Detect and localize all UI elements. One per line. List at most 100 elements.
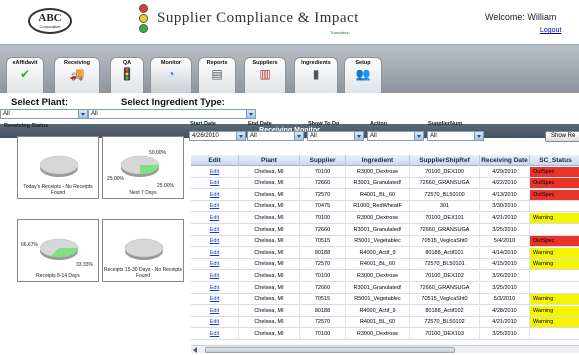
- receiving-date-cell: 3/30/2010: [480, 201, 530, 212]
- sub-brand: Translation: [330, 30, 350, 35]
- app-title: Supplier Compliance & Impact: [157, 10, 359, 26]
- chevron-down-icon[interactable]: [246, 110, 255, 118]
- tab-receiving[interactable]: Receiving 🚚: [54, 57, 100, 93]
- column-header[interactable]: Plant: [239, 155, 300, 166]
- logout-link[interactable]: Logout: [540, 27, 561, 34]
- edit-link[interactable]: Edit: [191, 328, 239, 339]
- tab-eaffidavit[interactable]: eAffidavit ✔: [6, 57, 44, 93]
- status-cell: Warning: [530, 247, 579, 258]
- ship-ref-cell: 70100_DEX101: [410, 212, 480, 223]
- ingredient-cell: R3000_Dextrose: [346, 166, 410, 177]
- show-todo-select[interactable]: All: [307, 131, 364, 141]
- receiving-date-cell: 5/3/2010: [480, 294, 530, 305]
- column-header[interactable]: SC_Status: [530, 155, 579, 166]
- plant-cell: Chelsea, MI: [239, 328, 300, 339]
- checkmark-icon: ✔: [19, 67, 31, 81]
- scroll-thumb[interactable]: [205, 347, 455, 353]
- plant-cell: Chelsea, MI: [239, 212, 300, 223]
- chevron-down-icon[interactable]: [474, 132, 483, 140]
- column-header[interactable]: Edit: [191, 155, 239, 166]
- start-date-value: 4/26/2010: [192, 133, 219, 139]
- ingredient-cell: R4001_BL_60: [346, 317, 410, 328]
- ingredient-cell: R3000_Dextrose: [346, 270, 410, 281]
- supplier-cell: 72660: [300, 178, 346, 189]
- column-header[interactable]: Ingredient: [346, 155, 410, 166]
- edit-link[interactable]: Edit: [191, 224, 239, 235]
- ingredient-type-label: Select Ingredient Type:: [121, 97, 225, 108]
- ship-ref-cell: 70515_VeglcaSht0: [410, 236, 480, 247]
- receiving-date-cell: 3/26/2010: [480, 270, 530, 281]
- table-row: Edit Chelsea, MI 72660 R3001_Granulated! 726…: [191, 178, 579, 190]
- edit-link[interactable]: Edit: [191, 305, 239, 316]
- edit-link[interactable]: Edit: [191, 189, 239, 200]
- status-cell: Warning: [530, 305, 579, 316]
- show-results-button[interactable]: Show Re: [545, 131, 579, 142]
- edit-link[interactable]: Edit: [191, 166, 239, 177]
- scroll-left-icon[interactable]: [193, 347, 197, 353]
- edit-link[interactable]: Edit: [191, 236, 239, 247]
- status-cell: Warning: [530, 259, 579, 270]
- tab-label: Monitor: [160, 60, 182, 66]
- ingredient-type-select[interactable]: All: [88, 109, 256, 119]
- supplier-cell: 70100: [300, 166, 346, 177]
- tab-reports[interactable]: Reports ▤: [198, 57, 236, 93]
- tab-ingredients[interactable]: Ingredients ▮: [294, 57, 338, 93]
- plant-cell: Chelsea, MI: [239, 189, 300, 200]
- ingredients-icon: ▮: [312, 67, 320, 81]
- table-row: Edit Chelsea, MI 72570 R4001_BL_60 72570_BL5…: [191, 317, 579, 329]
- pie-percent: 66.67%: [21, 242, 38, 248]
- column-header[interactable]: SupplierShipRef: [410, 155, 480, 166]
- column-header[interactable]: Supplier: [300, 155, 346, 166]
- ship-ref-cell: 301: [410, 201, 480, 212]
- status-cell: [530, 329, 579, 339]
- supplier-cell: 72570: [300, 259, 346, 270]
- plant-select[interactable]: All: [0, 109, 88, 119]
- header: ABC Corporation Supplier Compliance & Im…: [0, 0, 579, 44]
- edit-link[interactable]: Edit: [191, 317, 239, 328]
- tab-setup[interactable]: Setup 👥: [344, 57, 382, 93]
- ingredient-cell: R1000_RedWheatF: [346, 201, 410, 212]
- edit-link[interactable]: Edit: [191, 270, 239, 281]
- report-icon: ▤: [211, 67, 223, 81]
- pie-caption: Receipts 8-14 Days: [36, 273, 80, 279]
- company-logo: ABC Corporation: [28, 8, 72, 34]
- end-date-select[interactable]: All: [247, 131, 304, 141]
- tab-suppliers[interactable]: Suppliers ▥: [244, 57, 286, 93]
- chevron-down-icon[interactable]: [294, 132, 303, 140]
- action-select[interactable]: All: [367, 131, 424, 141]
- chevron-down-icon[interactable]: [414, 132, 423, 140]
- edit-link[interactable]: Edit: [191, 212, 239, 223]
- chevron-down-icon[interactable]: [354, 132, 363, 140]
- tab-monitor[interactable]: Monitor ◔: [150, 57, 192, 93]
- chevron-down-icon[interactable]: [78, 110, 87, 118]
- horizontal-scrollbar[interactable]: [191, 345, 579, 353]
- edit-link[interactable]: Edit: [191, 201, 239, 212]
- receiving-date-cell: 4/15/2010: [480, 259, 530, 270]
- pie-percent: 25.00%: [157, 183, 174, 189]
- edit-link[interactable]: Edit: [191, 259, 239, 270]
- tab-qa[interactable]: QA 🚦: [110, 57, 144, 93]
- ship-ref-cell: 72570_BL50101: [410, 259, 480, 270]
- chevron-down-icon[interactable]: [236, 132, 245, 140]
- column-header[interactable]: Receiving Date: [480, 155, 530, 166]
- table-row: Edit Chelsea, MI 72570 R4001_BL_60 72570_BL5…: [191, 189, 579, 201]
- supplier-num-select[interactable]: All: [427, 131, 484, 141]
- tab-label: QA: [122, 60, 132, 66]
- start-date-select[interactable]: 4/26/2010: [189, 131, 246, 141]
- welcome-text: Welcome: William: [485, 12, 557, 22]
- edit-link[interactable]: Edit: [191, 294, 239, 305]
- traffic-light-icon: [137, 4, 149, 34]
- supplier-cell: 72660: [300, 282, 346, 293]
- edit-link[interactable]: Edit: [191, 247, 239, 258]
- table-row: Edit Chelsea, MI 70515 R5001_Vegetablec 7051…: [191, 294, 579, 306]
- main-nav: eAffidavit ✔ Receiving 🚚 QA 🚦 Monitor ◔ …: [0, 44, 579, 138]
- ingredient-cell: R3000_Dextrose: [346, 212, 410, 223]
- ship-ref-cell: 72570_BL50102: [410, 317, 480, 328]
- ship-ref-cell: 72570_BL50100: [410, 189, 480, 200]
- ingredient-type-value: All: [91, 111, 98, 117]
- plant-cell: Chelsea, MI: [239, 270, 300, 281]
- edit-link[interactable]: Edit: [191, 282, 239, 293]
- pie-card-8-14: 66.67% 33.33% Receipts 8-14 Days: [17, 219, 99, 282]
- receiving-date-cell: 3/25/2010: [480, 328, 530, 339]
- edit-link[interactable]: Edit: [191, 178, 239, 189]
